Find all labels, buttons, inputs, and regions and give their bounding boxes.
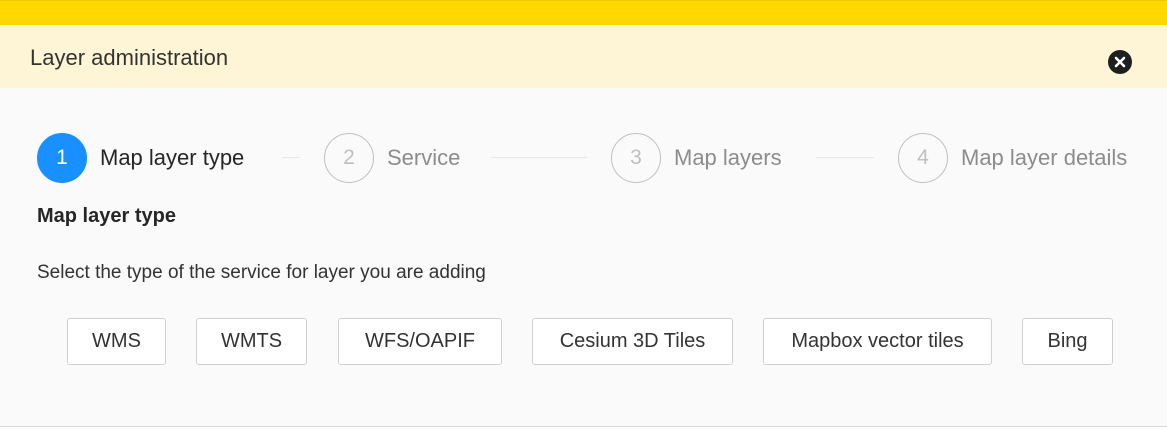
close-icon[interactable] — [1108, 50, 1132, 74]
layer-admin-dialog: Layer administration 1 Map layer type 2 … — [0, 25, 1167, 427]
wmts-button[interactable]: WMTS — [196, 318, 307, 365]
step-connector — [491, 157, 587, 158]
section-description: Select the type of the service for layer… — [37, 262, 486, 283]
top-bar — [0, 0, 1167, 25]
bing-button[interactable]: Bing — [1022, 318, 1113, 365]
step-label: Service — [387, 145, 461, 170]
step-label: Map layer type — [100, 145, 245, 170]
mapbox-vector-tiles-button[interactable]: Mapbox vector tiles — [763, 318, 992, 365]
step-connector — [282, 157, 300, 158]
step-label: Map layer details — [961, 145, 1128, 170]
dialog-header: Layer administration — [0, 25, 1167, 88]
section-heading: Map layer type — [37, 205, 176, 227]
wms-button[interactable]: WMS — [67, 318, 166, 365]
dialog-title: Layer administration — [30, 45, 229, 70]
wfs-oapif-button[interactable]: WFS/OAPIF — [338, 318, 502, 365]
step-label: Map layers — [674, 145, 782, 170]
step-connector — [816, 157, 874, 158]
step-number-circle: 3 — [611, 133, 661, 183]
step-number-circle: 1 — [37, 133, 87, 183]
step-number-circle: 4 — [898, 133, 948, 183]
step-number-circle: 2 — [324, 133, 374, 183]
cesium-3d-tiles-button[interactable]: Cesium 3D Tiles — [532, 318, 733, 365]
